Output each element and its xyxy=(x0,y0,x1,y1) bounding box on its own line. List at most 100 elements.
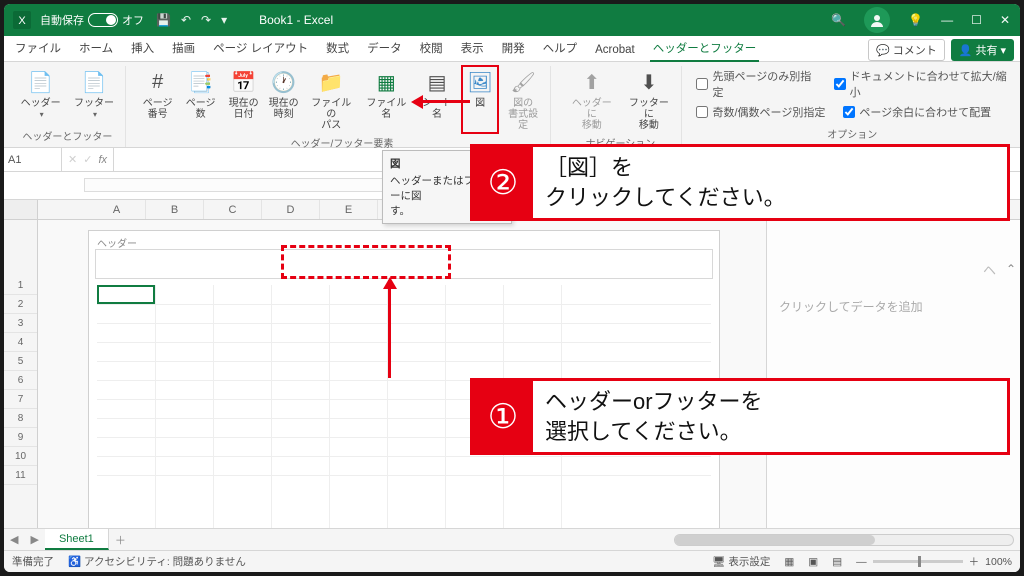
horizontal-scrollbar[interactable] xyxy=(674,534,1014,546)
display-settings[interactable]: 🖥 表示設定 xyxy=(712,554,770,569)
row-header[interactable]: 3 xyxy=(4,314,37,333)
maximize-icon[interactable]: ☐ xyxy=(971,13,982,27)
tab-acrobat[interactable]: Acrobat xyxy=(586,39,644,61)
zoom-in-icon[interactable]: ＋ xyxy=(969,554,980,569)
time-button[interactable]: 🕐現在の 時刻 xyxy=(266,66,302,133)
side-panel-hint[interactable]: クリックしてデータを追加 xyxy=(779,298,1008,315)
comment-button[interactable]: 💬 コメント xyxy=(868,39,945,61)
filepath-icon: 📁 xyxy=(317,68,345,96)
callout-2: ② ［図］を クリックしてください。 xyxy=(470,144,1010,221)
tab-insert[interactable]: 挿入 xyxy=(122,35,163,61)
format-picture-icon: 🖌 xyxy=(509,68,537,96)
svg-text:X: X xyxy=(18,15,26,27)
page-number-icon: # xyxy=(144,68,172,96)
tab-developer[interactable]: 開発 xyxy=(493,35,534,61)
group-label-hf: ヘッダーとフッター xyxy=(22,126,112,147)
col-header[interactable]: E xyxy=(320,200,378,219)
zoom-value[interactable]: 100% xyxy=(985,556,1012,568)
chk-first-page[interactable]: 先頭ページのみ別指定 xyxy=(696,68,815,100)
tab-data[interactable]: データ xyxy=(358,35,411,61)
help-icon[interactable]: 💡 xyxy=(908,13,923,27)
row-header[interactable]: 5 xyxy=(4,352,37,371)
view-pagelayout-icon[interactable]: ▣ xyxy=(808,556,818,568)
tab-home[interactable]: ホーム xyxy=(70,35,122,61)
goto-header-icon: ⬆ xyxy=(578,68,606,96)
search-icon[interactable]: 🔍 xyxy=(831,13,846,27)
cancel-icon[interactable]: ✕ xyxy=(68,153,77,166)
row-header[interactable]: 10 xyxy=(4,447,37,466)
format-picture-button[interactable]: 🖌図の 書式設定 xyxy=(502,66,544,133)
side-panel-heading: ヘ xyxy=(983,260,996,279)
row-header[interactable]: 1 xyxy=(4,276,37,295)
zoom-slider[interactable] xyxy=(873,560,963,563)
col-header[interactable]: C xyxy=(204,200,262,219)
chk-odd-even[interactable]: 奇数/偶数ページ別指定 xyxy=(696,104,825,120)
goto-footer-icon: ⬇ xyxy=(635,68,663,96)
accessibility-status[interactable]: ♿ アクセシビリティ: 問題ありません xyxy=(68,554,246,569)
row-header[interactable]: 7 xyxy=(4,390,37,409)
zoom-out-icon[interactable]: — xyxy=(856,556,867,568)
enter-icon[interactable]: ✓ xyxy=(83,153,92,166)
sheet-nav-prev-icon[interactable]: ◀ xyxy=(4,533,24,546)
picture-icon: 🖼 xyxy=(466,68,494,96)
excel-icon: X xyxy=(10,8,34,32)
time-icon: 🕐 xyxy=(270,68,298,96)
save-icon[interactable]: 💾 xyxy=(156,13,171,27)
share-button[interactable]: 👤 共有 ▾ xyxy=(951,39,1014,61)
col-header[interactable]: A xyxy=(88,200,146,219)
filepath-button[interactable]: 📁ファイルの パス xyxy=(306,66,357,133)
col-header[interactable]: B xyxy=(146,200,204,219)
tab-header-footer[interactable]: ヘッダーとフッター xyxy=(644,35,766,61)
page-number-button[interactable]: #ページ 番号 xyxy=(140,66,176,133)
row-header[interactable]: 11 xyxy=(4,466,37,485)
callout-number: ① xyxy=(473,381,533,452)
view-pagebreak-icon[interactable]: ▤ xyxy=(832,556,842,568)
sheet-nav-next-icon[interactable]: ▶ xyxy=(24,533,44,546)
tab-review[interactable]: 校閲 xyxy=(411,35,452,61)
row-header[interactable]: 2 xyxy=(4,295,37,314)
arrow-to-header xyxy=(388,280,391,378)
footer-button[interactable]: 📄フッター xyxy=(69,66,118,126)
sheet-tab[interactable]: Sheet1 xyxy=(45,529,109,550)
arrow-to-picture xyxy=(414,100,470,103)
row-header[interactable]: 9 xyxy=(4,428,37,447)
page-count-button[interactable]: 📑ページ数 xyxy=(180,66,222,133)
date-button[interactable]: 📅現在の 日付 xyxy=(226,66,262,133)
name-box[interactable]: A1 xyxy=(4,148,62,171)
fx-icon[interactable]: fx xyxy=(98,154,107,166)
close-icon[interactable]: ✕ xyxy=(1000,13,1010,27)
group-label-options: オプション xyxy=(827,124,877,145)
autosave-toggle[interactable]: 自動保存 オフ xyxy=(40,12,144,28)
collapse-icon[interactable]: ⌃ xyxy=(1006,262,1016,276)
col-header[interactable]: D xyxy=(262,200,320,219)
add-sheet-button[interactable]: ＋ xyxy=(109,532,132,548)
tab-pagelayout[interactable]: ページ レイアウト xyxy=(204,35,317,61)
qat-dropdown-icon[interactable]: ▾ xyxy=(221,13,227,27)
header-center-highlight[interactable] xyxy=(281,245,451,279)
account-icon[interactable] xyxy=(864,7,890,33)
row-header[interactable]: 6 xyxy=(4,371,37,390)
tab-help[interactable]: ヘルプ xyxy=(534,35,587,61)
tab-draw[interactable]: 描画 xyxy=(163,35,204,61)
callout-1: ① ヘッダーorフッターを 選択してください。 xyxy=(470,378,1010,455)
row-header[interactable]: 4 xyxy=(4,333,37,352)
side-panel: ヘ ⌃ クリックしてデータを追加 xyxy=(766,220,1020,528)
undo-icon[interactable]: ↶ xyxy=(181,13,191,27)
row-header[interactable]: 8 xyxy=(4,409,37,428)
view-normal-icon[interactable]: ▦ xyxy=(784,556,794,568)
page-count-icon: 📑 xyxy=(187,68,215,96)
goto-header-button[interactable]: ⬆ヘッダーに 移動 xyxy=(565,66,618,133)
header-button[interactable]: 📄ヘッダー xyxy=(16,66,65,126)
callout-text: ヘッダーorフッターを 選択してください。 xyxy=(533,381,1007,452)
select-all-corner[interactable] xyxy=(4,200,38,219)
tab-view[interactable]: 表示 xyxy=(452,35,493,61)
autosave-label: 自動保存 xyxy=(40,12,84,28)
redo-icon[interactable]: ↷ xyxy=(201,13,211,27)
chk-scale-doc[interactable]: ドキュメントに合わせて拡大/縮小 xyxy=(834,68,1008,100)
tab-file[interactable]: ファイル xyxy=(6,35,70,61)
toggle-icon xyxy=(88,13,118,27)
tab-formulas[interactable]: 数式 xyxy=(317,35,358,61)
chk-align-margin[interactable]: ページ余白に合わせて配置 xyxy=(843,104,991,120)
goto-footer-button[interactable]: ⬇フッターに 移動 xyxy=(622,66,675,133)
minimize-icon[interactable]: — xyxy=(941,13,953,27)
